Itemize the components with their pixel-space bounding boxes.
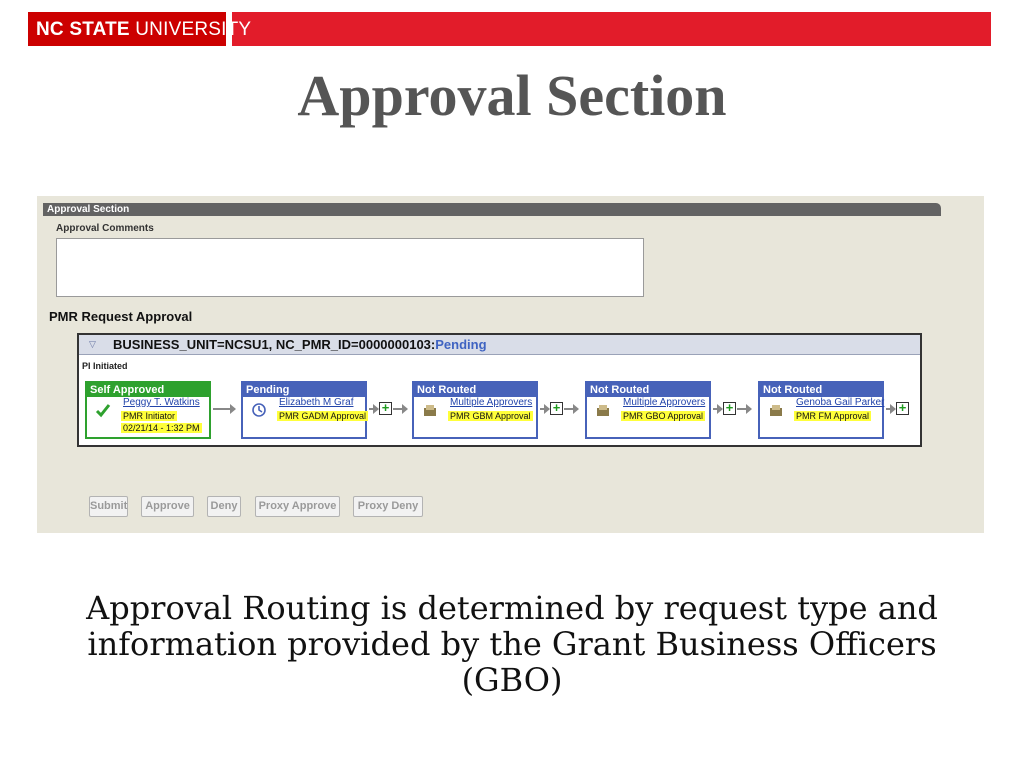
deny-button[interactable]: Deny — [207, 496, 241, 517]
route-arrow — [540, 404, 550, 414]
inbox-icon — [597, 405, 609, 416]
submit-button[interactable]: Submit — [89, 496, 128, 517]
route-step: Pending Elizabeth M Graf PMR GADM Approv… — [241, 381, 369, 439]
footer-caption: Approval Routing is determined by reques… — [86, 589, 938, 699]
step-status: Not Routed — [760, 383, 882, 397]
clock-icon — [252, 403, 266, 417]
proxy-approve-button[interactable]: Proxy Approve — [255, 496, 340, 517]
route-arrow — [213, 404, 236, 414]
route-step: Not Routed Genoba Gail Parker PMR FM App… — [758, 381, 884, 439]
approver-role: PMR GADM Approval — [277, 411, 369, 421]
inbox-icon — [424, 405, 436, 416]
request-approval-title: PMR Request Approval — [49, 309, 193, 324]
brand-name-regular: UNIVERSITY — [135, 19, 252, 40]
approval-panel: Approval Section Approval Comments PMR R… — [37, 196, 984, 533]
checkmark-icon — [95, 404, 111, 418]
step-status: Pending — [243, 383, 365, 397]
brand-name-bold: NC STATE — [36, 19, 130, 40]
approver-link[interactable]: Genoba Gail Parker — [796, 397, 884, 408]
brand-logo: NC STATE UNIVERSITY — [36, 19, 251, 41]
route-arrow — [886, 404, 896, 414]
approver-link[interactable]: Multiple Approvers — [623, 397, 705, 408]
collapse-triangle-icon[interactable]: ▽ — [89, 339, 96, 350]
add-approver-icon[interactable]: + — [379, 401, 392, 415]
routing-container: ▽ BUSINESS_UNIT=NCSU1, NC_PMR_ID=0000000… — [77, 333, 922, 447]
section-header: Approval Section — [43, 203, 941, 216]
approver-link[interactable]: Elizabeth M Graf — [279, 397, 353, 408]
approval-date: 02/21/14 - 1:32 PM — [121, 423, 202, 433]
route-arrow — [393, 404, 408, 414]
approve-button[interactable]: Approve — [141, 496, 194, 517]
add-approver-icon[interactable]: + — [723, 401, 736, 415]
approver-role: PMR GBO Approval — [621, 411, 706, 421]
step-status: Not Routed — [587, 383, 709, 397]
pi-initiated-label: PI Initiated — [82, 361, 128, 371]
approver-link[interactable]: Peggy T. Watkins — [123, 397, 200, 408]
approver-role: PMR GBM Approval — [448, 411, 533, 421]
route-arrow — [369, 404, 379, 414]
route-arrow — [713, 404, 723, 414]
slide-title: Approval Section — [297, 63, 727, 128]
route-step: Self Approved Peggy T. Watkins PMR Initi… — [85, 381, 211, 439]
routing-header: ▽ BUSINESS_UNIT=NCSU1, NC_PMR_ID=0000000… — [79, 335, 920, 355]
approver-link[interactable]: Multiple Approvers — [450, 397, 532, 408]
step-status: Self Approved — [87, 383, 209, 397]
approver-role: PMR Initiator — [121, 411, 178, 421]
add-approver-icon[interactable]: + — [896, 401, 909, 415]
routing-id-text: BUSINESS_UNIT=NCSU1, NC_PMR_ID=000000010… — [113, 337, 436, 352]
comments-textarea[interactable] — [56, 238, 644, 297]
add-approver-icon[interactable]: + — [550, 401, 563, 415]
route-step: Not Routed Multiple Approvers PMR GBM Ap… — [412, 381, 538, 439]
routing-id: BUSINESS_UNIT=NCSU1, NC_PMR_ID=000000010… — [113, 337, 487, 352]
step-status: Not Routed — [414, 383, 536, 397]
inbox-icon — [770, 405, 782, 416]
routing-status: Pending — [435, 337, 487, 352]
route-arrow — [564, 404, 579, 414]
proxy-deny-button[interactable]: Proxy Deny — [353, 496, 423, 517]
approver-role: PMR FM Approval — [794, 411, 872, 421]
comments-label: Approval Comments — [56, 223, 154, 234]
route-step: Not Routed Multiple Approvers PMR GBO Ap… — [585, 381, 711, 439]
route-arrow — [737, 404, 752, 414]
